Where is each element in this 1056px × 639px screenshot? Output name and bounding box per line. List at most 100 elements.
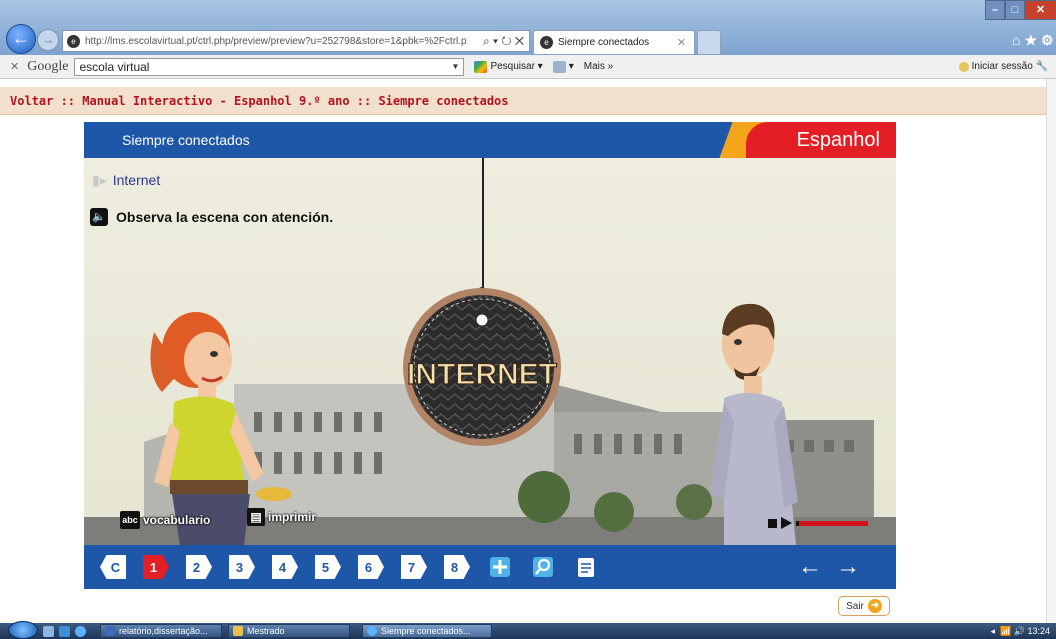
address-controls[interactable]: ⌕ ▾ ↻ ✕	[477, 33, 529, 49]
pesquisar-button[interactable]: Pesquisar ▾	[474, 60, 543, 73]
imprimir-label: imprimir	[268, 510, 317, 524]
windows-taskbar: relatório,dissertação... Mestrado Siempr…	[0, 620, 1056, 639]
address-url[interactable]: http://lms.escolavirtual.pt/ctrl.php/pre…	[85, 36, 467, 47]
audio-progress-bar[interactable]	[796, 520, 868, 526]
instruction: 🔈 Observa la escena con atención.	[90, 208, 333, 226]
abc-icon: abc	[120, 511, 140, 529]
topic-arrow-icon: ▮▸	[92, 172, 107, 188]
audio-player	[768, 517, 868, 529]
window-controls: – □ ✕	[985, 0, 1056, 21]
imprimir-button[interactable]: ▤ imprimir	[247, 508, 316, 526]
exit-label: Sair	[846, 600, 864, 612]
toolbar-close-icon[interactable]: ✕	[10, 60, 19, 73]
topic-label: Internet	[112, 172, 161, 188]
breadcrumb[interactable]: Voltar :: Manual Interactivo - Espanhol …	[0, 87, 1046, 115]
forward-icon: →	[41, 32, 55, 47]
word-icon	[105, 626, 115, 636]
star-icon[interactable]: ★	[1024, 32, 1041, 48]
taskbar-item-label: Mestrado	[247, 626, 285, 636]
tab-siempre-conectados[interactable]: e Siempre conectados ✕	[533, 30, 695, 54]
folder-icon	[233, 626, 243, 636]
taskbar-item-relatorio[interactable]: relatório,dissertação...	[100, 624, 222, 638]
instruction-text: Observa la escena con atención.	[116, 209, 334, 225]
lesson-stage: INTERNET Siempre conectados Espanhol ▮▸ I…	[84, 122, 896, 545]
page-content: Voltar :: Manual Interactivo - Espanhol …	[0, 79, 1056, 623]
tray-chevron-icon[interactable]: ◂	[990, 626, 995, 637]
forward-button[interactable]: →	[37, 29, 59, 51]
chevron-down-icon[interactable]: ▼	[452, 59, 460, 75]
printer-icon: ▤	[247, 508, 265, 526]
clock[interactable]: 13:24	[1027, 626, 1050, 636]
site-favicon-icon: e	[67, 34, 80, 48]
back-button[interactable]: ←	[6, 24, 36, 54]
network-icon[interactable]: 📶	[1000, 626, 1011, 637]
start-button[interactable]	[8, 620, 38, 639]
maximize-button[interactable]: □	[1005, 0, 1025, 20]
next-arrow-icon[interactable]: →	[836, 553, 874, 580]
taskbar-item-label: Siempre conectados...	[381, 626, 471, 636]
browser-toolbar-icons: ⌂★⚙	[1012, 32, 1056, 49]
page-menu-button[interactable]: ▾	[552, 60, 574, 73]
nav-page-8[interactable]: 8	[444, 555, 470, 579]
google-search-value: escola virtual	[79, 59, 150, 74]
sign-text: INTERNET	[407, 358, 557, 391]
expand-icon	[490, 557, 510, 577]
wrench-icon[interactable]: 🔧	[1036, 61, 1048, 72]
nav-page-7[interactable]: 7	[401, 555, 427, 579]
search-icon	[474, 60, 488, 73]
nav-page-3[interactable]: 3	[229, 555, 255, 579]
vocabulario-label: vocabulario	[143, 513, 211, 527]
nav-page-6[interactable]: 6	[358, 555, 384, 579]
vocabulario-button[interactable]: abc vocabulario	[120, 511, 210, 529]
scrollbar[interactable]	[1046, 79, 1056, 623]
exit-icon: ➜	[867, 599, 882, 613]
google-logo: Google	[27, 58, 69, 74]
expand-button[interactable]	[487, 555, 513, 579]
tab-close-icon[interactable]: ✕	[677, 36, 686, 49]
gear-icon[interactable]: ⚙	[1041, 32, 1056, 48]
nav-page-4[interactable]: 4	[272, 555, 298, 579]
volume-icon[interactable]: 🔊	[1014, 626, 1025, 637]
search-tool-button[interactable]	[530, 555, 556, 579]
signin-icon	[958, 61, 969, 72]
pesquisar-label: Pesquisar	[490, 61, 535, 72]
clipboard-icon	[578, 558, 594, 577]
explorer-icon[interactable]	[59, 625, 70, 637]
page-navigation-bar: C 1 2 3 4 5 6 7 8 ←→	[84, 545, 896, 589]
magnifier-icon	[533, 557, 553, 577]
ie-icon	[367, 626, 377, 636]
taskbar-item-mestrado[interactable]: Mestrado	[228, 624, 350, 638]
nav-page-5[interactable]: 5	[315, 555, 341, 579]
tab-favicon-icon: e	[540, 36, 553, 49]
new-tab-button[interactable]	[697, 30, 721, 54]
speaker-icon[interactable]: 🔈	[90, 208, 108, 226]
show-desktop-icon[interactable]	[43, 625, 54, 637]
mais-button[interactable]: Mais »	[584, 61, 613, 72]
close-window-button[interactable]: ✕	[1025, 0, 1056, 20]
exit-button[interactable]: Sair ➜	[838, 596, 890, 616]
nav-page-2[interactable]: 2	[186, 555, 212, 579]
prev-arrow-icon[interactable]: ←	[798, 553, 836, 580]
signin-label: Iniciar sessão	[971, 61, 1033, 72]
topic-heading: ▮▸ Internet	[92, 172, 160, 189]
nav-page-1[interactable]: 1	[143, 555, 169, 579]
minimize-button[interactable]: –	[985, 0, 1005, 20]
play-icon[interactable]	[781, 517, 792, 529]
address-bar[interactable]: e http://lms.escolavirtual.pt/ctrl.php/p…	[62, 30, 530, 52]
tab-title: Siempre conectados	[558, 37, 650, 48]
signin-button[interactable]: Iniciar sessão 🔧	[958, 61, 1048, 72]
taskbar-item-siempre[interactable]: Siempre conectados...	[362, 624, 492, 638]
lesson-header: Siempre conectados Espanhol	[84, 122, 896, 158]
sign-string	[482, 158, 484, 288]
page-arrows: ←→	[798, 553, 874, 581]
page-icon	[552, 60, 566, 73]
google-toolbar: ✕ Google escola virtual ▼ Pesquisar ▾ ▾ …	[0, 55, 1056, 79]
google-search-input[interactable]: escola virtual ▼	[74, 57, 465, 76]
browser-titlebar: ← → e http://lms.escolavirtual.pt/ctrl.p…	[0, 0, 1056, 55]
nav-start-button[interactable]: C	[100, 555, 126, 579]
notes-button[interactable]	[573, 555, 599, 579]
stop-icon[interactable]	[768, 518, 777, 528]
home-icon[interactable]: ⌂	[1012, 32, 1024, 48]
scene-illustration: INTERNET	[84, 158, 896, 545]
ie-icon[interactable]	[75, 625, 86, 637]
